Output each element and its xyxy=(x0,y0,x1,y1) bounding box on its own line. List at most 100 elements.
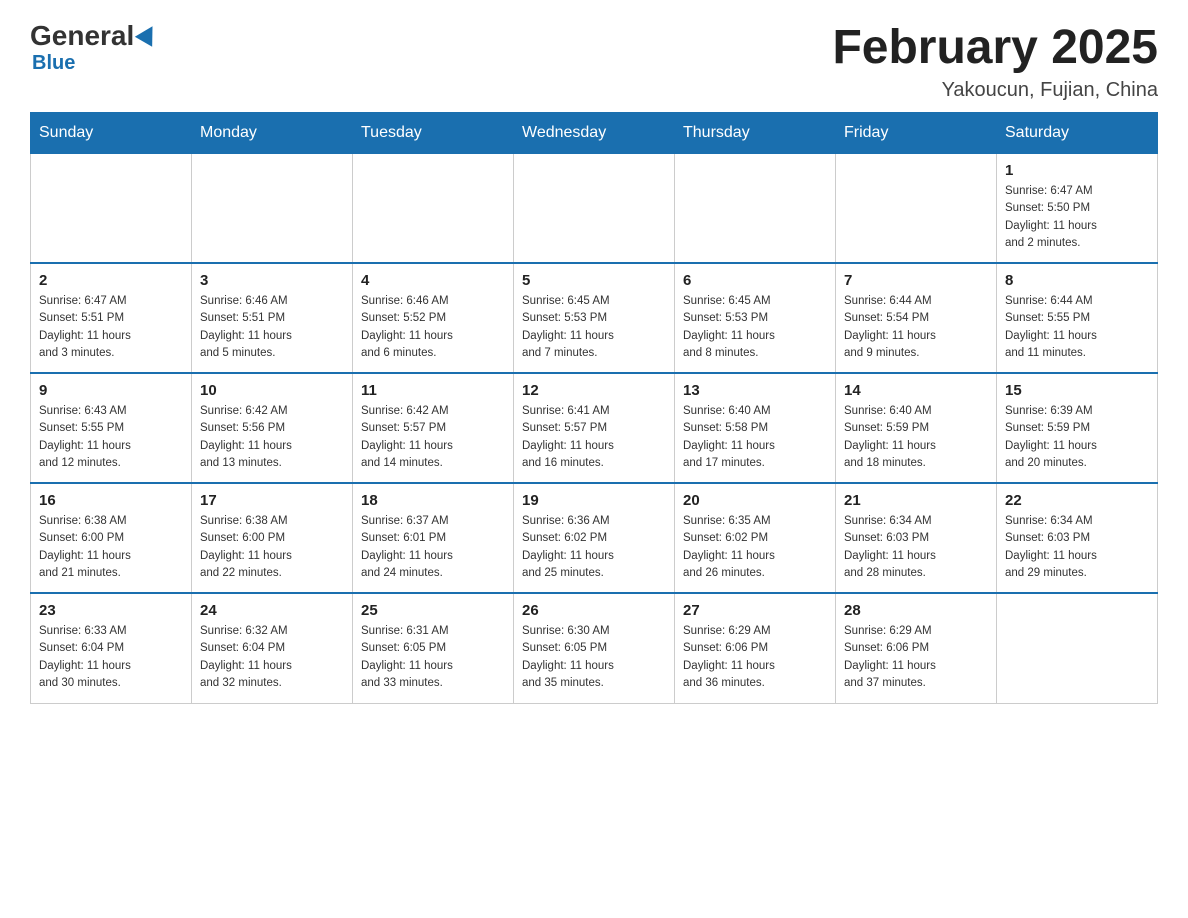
day-number: 11 xyxy=(361,382,505,399)
day-info: Sunrise: 6:29 AM Sunset: 6:06 PM Dayligh… xyxy=(844,623,988,692)
calendar-cell: 16 Sunrise: 6:38 AM Sunset: 6:00 PM Dayli… xyxy=(31,483,192,593)
day-info: Sunrise: 6:32 AM Sunset: 6:04 PM Dayligh… xyxy=(200,623,344,692)
day-number: 23 xyxy=(39,602,183,619)
calendar-cell: 6 Sunrise: 6:45 AM Sunset: 5:53 PM Daylig… xyxy=(675,263,836,373)
calendar-cell: 2Sunrise: 6:47 AM Sunset: 5:51 PM Daylig… xyxy=(31,263,192,373)
day-number: 20 xyxy=(683,492,827,509)
calendar-cell: 21 Sunrise: 6:34 AM Sunset: 6:03 PM Dayli… xyxy=(836,483,997,593)
day-info: Sunrise: 6:29 AM Sunset: 6:06 PM Dayligh… xyxy=(683,623,827,692)
day-number: 8 xyxy=(1005,272,1149,289)
logo-blue-text: Blue xyxy=(32,52,75,75)
calendar-cell: 15 Sunrise: 6:39 AM Sunset: 5:59 PM Dayli… xyxy=(997,373,1158,483)
day-number: 26 xyxy=(522,602,666,619)
weekday-header-wednesday: Wednesday xyxy=(514,113,675,153)
day-info: Sunrise: 6:35 AM Sunset: 6:02 PM Dayligh… xyxy=(683,513,827,582)
day-info: Sunrise: 6:42 AM Sunset: 5:57 PM Dayligh… xyxy=(361,403,505,472)
day-number: 13 xyxy=(683,382,827,399)
calendar-cell xyxy=(353,153,514,263)
day-info: Sunrise: 6:38 AM Sunset: 6:00 PM Dayligh… xyxy=(39,513,183,582)
calendar-cell: 17Sunrise: 6:38 AM Sunset: 6:00 PM Dayli… xyxy=(192,483,353,593)
day-info: Sunrise: 6:30 AM Sunset: 6:05 PM Dayligh… xyxy=(522,623,666,692)
day-info: Sunrise: 6:34 AM Sunset: 6:03 PM Dayligh… xyxy=(844,513,988,582)
calendar-table: SundayMondayTuesdayWednesdayThursdayFrid… xyxy=(30,112,1158,704)
day-number: 12 xyxy=(522,382,666,399)
logo-triangle-icon xyxy=(135,21,161,47)
day-number: 6 xyxy=(683,272,827,289)
day-number: 14 xyxy=(844,382,988,399)
calendar-cell: 13 Sunrise: 6:40 AM Sunset: 5:58 PM Dayli… xyxy=(675,373,836,483)
weekday-header-row: SundayMondayTuesdayWednesdayThursdayFrid… xyxy=(31,113,1158,153)
calendar-cell: 24Sunrise: 6:32 AM Sunset: 6:04 PM Dayli… xyxy=(192,593,353,703)
day-number: 15 xyxy=(1005,382,1149,399)
calendar-cell: 20 Sunrise: 6:35 AM Sunset: 6:02 PM Dayli… xyxy=(675,483,836,593)
day-number: 2 xyxy=(39,272,183,289)
day-info: Sunrise: 6:43 AM Sunset: 5:55 PM Dayligh… xyxy=(39,403,183,472)
calendar-cell: 11 Sunrise: 6:42 AM Sunset: 5:57 PM Dayli… xyxy=(353,373,514,483)
day-info: Sunrise: 6:38 AM Sunset: 6:00 PM Dayligh… xyxy=(200,513,344,582)
day-info: Sunrise: 6:33 AM Sunset: 6:04 PM Dayligh… xyxy=(39,623,183,692)
day-info: Sunrise: 6:36 AM Sunset: 6:02 PM Dayligh… xyxy=(522,513,666,582)
day-number: 4 xyxy=(361,272,505,289)
day-number: 9 xyxy=(39,382,183,399)
day-info: Sunrise: 6:40 AM Sunset: 5:58 PM Dayligh… xyxy=(683,403,827,472)
page-header: General Blue February 2025 Yakoucun, Fuj… xyxy=(30,20,1158,102)
calendar-cell xyxy=(514,153,675,263)
calendar-week-row: 16 Sunrise: 6:38 AM Sunset: 6:00 PM Dayli… xyxy=(31,483,1158,593)
calendar-cell: 1 Sunrise: 6:47 AM Sunset: 5:50 PM Daylig… xyxy=(997,153,1158,263)
day-number: 21 xyxy=(844,492,988,509)
day-info: Sunrise: 6:46 AM Sunset: 5:51 PM Dayligh… xyxy=(200,293,344,362)
day-info: Sunrise: 6:45 AM Sunset: 5:53 PM Dayligh… xyxy=(522,293,666,362)
calendar-cell xyxy=(836,153,997,263)
day-number: 10 xyxy=(200,382,344,399)
day-info: Sunrise: 6:44 AM Sunset: 5:55 PM Dayligh… xyxy=(1005,293,1149,362)
calendar-cell: 4 Sunrise: 6:46 AM Sunset: 5:52 PM Daylig… xyxy=(353,263,514,373)
weekday-header-friday: Friday xyxy=(836,113,997,153)
day-number: 3 xyxy=(200,272,344,289)
day-number: 22 xyxy=(1005,492,1149,509)
day-info: Sunrise: 6:47 AM Sunset: 5:50 PM Dayligh… xyxy=(1005,183,1149,252)
day-info: Sunrise: 6:44 AM Sunset: 5:54 PM Dayligh… xyxy=(844,293,988,362)
day-number: 25 xyxy=(361,602,505,619)
weekday-header-saturday: Saturday xyxy=(997,113,1158,153)
location-subtitle: Yakoucun, Fujian, China xyxy=(832,79,1158,102)
calendar-cell: 19 Sunrise: 6:36 AM Sunset: 6:02 PM Dayli… xyxy=(514,483,675,593)
calendar-cell: 23 Sunrise: 6:33 AM Sunset: 6:04 PM Dayli… xyxy=(31,593,192,703)
calendar-cell: 14 Sunrise: 6:40 AM Sunset: 5:59 PM Dayli… xyxy=(836,373,997,483)
calendar-cell xyxy=(997,593,1158,703)
day-number: 7 xyxy=(844,272,988,289)
day-info: Sunrise: 6:31 AM Sunset: 6:05 PM Dayligh… xyxy=(361,623,505,692)
day-number: 19 xyxy=(522,492,666,509)
day-info: Sunrise: 6:40 AM Sunset: 5:59 PM Dayligh… xyxy=(844,403,988,472)
day-info: Sunrise: 6:45 AM Sunset: 5:53 PM Dayligh… xyxy=(683,293,827,362)
day-number: 18 xyxy=(361,492,505,509)
day-number: 28 xyxy=(844,602,988,619)
calendar-cell: 27Sunrise: 6:29 AM Sunset: 6:06 PM Dayli… xyxy=(675,593,836,703)
day-number: 1 xyxy=(1005,162,1149,179)
day-number: 5 xyxy=(522,272,666,289)
calendar-cell xyxy=(31,153,192,263)
calendar-cell: 26 Sunrise: 6:30 AM Sunset: 6:05 PM Dayli… xyxy=(514,593,675,703)
day-info: Sunrise: 6:37 AM Sunset: 6:01 PM Dayligh… xyxy=(361,513,505,582)
calendar-cell: 3 Sunrise: 6:46 AM Sunset: 5:51 PM Daylig… xyxy=(192,263,353,373)
weekday-header-sunday: Sunday xyxy=(31,113,192,153)
month-year-title: February 2025 xyxy=(832,20,1158,75)
calendar-cell xyxy=(192,153,353,263)
day-info: Sunrise: 6:39 AM Sunset: 5:59 PM Dayligh… xyxy=(1005,403,1149,472)
weekday-header-thursday: Thursday xyxy=(675,113,836,153)
weekday-header-tuesday: Tuesday xyxy=(353,113,514,153)
calendar-cell: 25 Sunrise: 6:31 AM Sunset: 6:05 PM Dayli… xyxy=(353,593,514,703)
calendar-cell: 5 Sunrise: 6:45 AM Sunset: 5:53 PM Daylig… xyxy=(514,263,675,373)
day-info: Sunrise: 6:41 AM Sunset: 5:57 PM Dayligh… xyxy=(522,403,666,472)
calendar-week-row: 1 Sunrise: 6:47 AM Sunset: 5:50 PM Daylig… xyxy=(31,153,1158,263)
calendar-cell: 18 Sunrise: 6:37 AM Sunset: 6:01 PM Dayli… xyxy=(353,483,514,593)
day-number: 16 xyxy=(39,492,183,509)
calendar-cell: 22 Sunrise: 6:34 AM Sunset: 6:03 PM Dayli… xyxy=(997,483,1158,593)
calendar-cell: 28 Sunrise: 6:29 AM Sunset: 6:06 PM Dayli… xyxy=(836,593,997,703)
day-info: Sunrise: 6:46 AM Sunset: 5:52 PM Dayligh… xyxy=(361,293,505,362)
calendar-week-row: 9 Sunrise: 6:43 AM Sunset: 5:55 PM Daylig… xyxy=(31,373,1158,483)
day-info: Sunrise: 6:34 AM Sunset: 6:03 PM Dayligh… xyxy=(1005,513,1149,582)
calendar-cell: 8 Sunrise: 6:44 AM Sunset: 5:55 PM Daylig… xyxy=(997,263,1158,373)
day-info: Sunrise: 6:42 AM Sunset: 5:56 PM Dayligh… xyxy=(200,403,344,472)
logo: General Blue xyxy=(30,20,158,75)
calendar-cell: 7 Sunrise: 6:44 AM Sunset: 5:54 PM Daylig… xyxy=(836,263,997,373)
